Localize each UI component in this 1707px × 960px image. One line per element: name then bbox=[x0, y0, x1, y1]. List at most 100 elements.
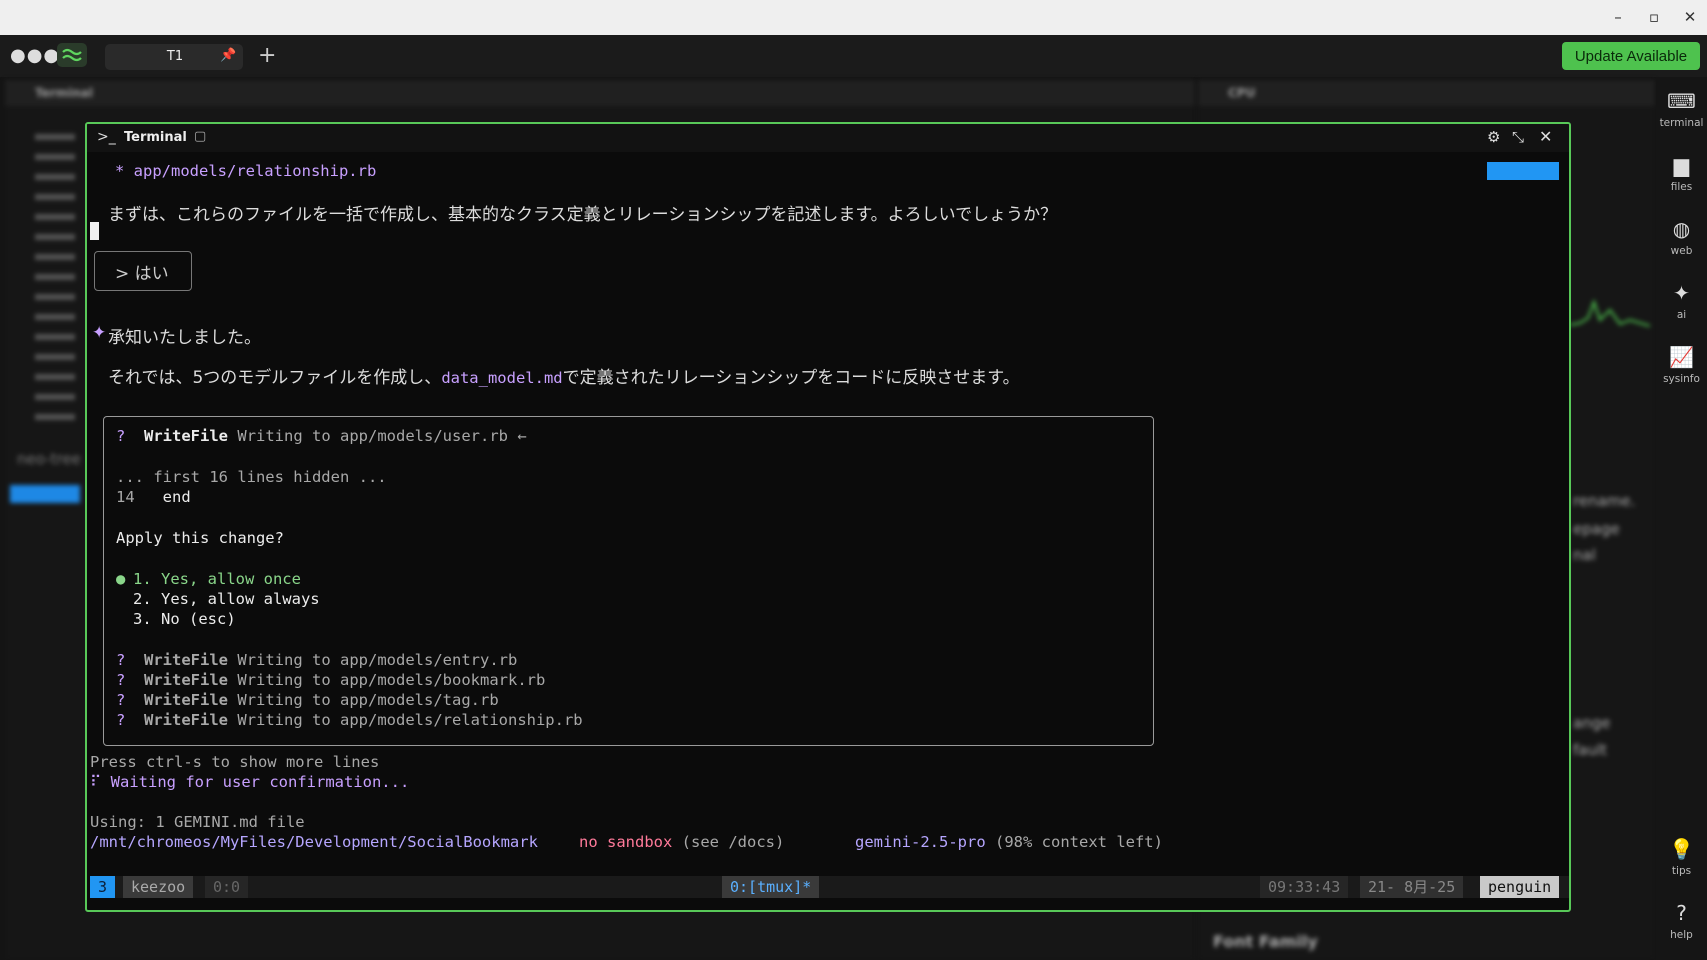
background-text: rename. bbox=[1573, 492, 1636, 510]
tool-name: WriteFile bbox=[144, 691, 229, 709]
right-sidebar: ⌨ terminal ▆ files ◍ web ✦ ai 📈 sysinfo … bbox=[1656, 77, 1707, 960]
confirmation-dialog: ? WriteFile Writing to app/models/user.r… bbox=[103, 416, 1154, 746]
press-hint: Press ctrl-s to show more lines bbox=[90, 753, 380, 771]
help-icon: ? bbox=[1676, 901, 1687, 925]
sandbox-label: no sandbox bbox=[579, 833, 673, 851]
cpu-graph bbox=[1570, 299, 1650, 327]
plan-suffix: で定義されたリレーションシップをコードに反映させます。 bbox=[562, 368, 1020, 388]
model-info: gemini-2.5-pro (98% context left) bbox=[855, 833, 1163, 851]
file-line: * app/models/relationship.rb bbox=[115, 162, 377, 180]
option-allow-once[interactable]: 1. Yes, allow once bbox=[133, 570, 301, 588]
option-allow-always[interactable]: 2. Yes, allow always bbox=[133, 590, 320, 608]
sidebar-item-label: terminal bbox=[1659, 117, 1704, 129]
lightbulb-icon: 💡 bbox=[1669, 837, 1694, 861]
plan-line: それでは、5つのモデルファイルを作成し、data_model.mdで定義されたリ… bbox=[108, 363, 1020, 388]
pending-call: ? WriteFile Writing to app/models/bookma… bbox=[116, 671, 545, 689]
sidebar-item-sysinfo[interactable]: 📈 sysinfo bbox=[1656, 345, 1707, 385]
tool-name: WriteFile bbox=[144, 671, 229, 689]
sidebar-item-label: web bbox=[1670, 245, 1693, 257]
sidebar-item-label: ai bbox=[1676, 309, 1687, 321]
menu-dots-icon[interactable]: ●●● bbox=[10, 45, 60, 66]
waiting-status: ⠏ Waiting for user confirmation... bbox=[90, 773, 410, 791]
code-text: end bbox=[162, 488, 191, 506]
apply-question: Apply this change? bbox=[116, 529, 284, 547]
background-text: fault bbox=[1573, 741, 1608, 759]
title-bar: – ▫ ✕ bbox=[0, 0, 1707, 35]
plan-file: data_model.md bbox=[441, 369, 563, 387]
sidebar-item-label: sysinfo bbox=[1663, 373, 1700, 385]
sidebar-item-terminal[interactable]: ⌨ terminal bbox=[1656, 89, 1707, 129]
question-mark: ? bbox=[116, 427, 126, 445]
pending-call: ? WriteFile Writing to app/models/entry.… bbox=[116, 651, 517, 669]
tmux-pane: 0:0 bbox=[205, 876, 249, 898]
tmux-window-tab[interactable]: 0:[tmux]* bbox=[722, 876, 820, 898]
hidden-lines-note: ... first 16 lines hidden ... bbox=[116, 468, 387, 486]
using-gemini: Using: 1 GEMINI.md file bbox=[90, 813, 305, 831]
line-number: 14 bbox=[116, 488, 135, 506]
close-icon[interactable]: ✕ bbox=[1679, 6, 1701, 28]
pending-call: ? WriteFile Writing to app/models/tag.rb bbox=[116, 691, 499, 709]
tool-target: Writing to app/models/bookmark.rb bbox=[237, 671, 546, 689]
minimize-icon[interactable]: – bbox=[1607, 6, 1629, 28]
sidebar-item-tips[interactable]: 💡 tips bbox=[1656, 837, 1707, 877]
pin-icon[interactable]: 📌 bbox=[220, 48, 236, 63]
folder-icon: ▆ bbox=[1673, 153, 1690, 177]
sparkle-icon: ✦ bbox=[92, 323, 107, 343]
new-tab-icon[interactable]: + bbox=[258, 43, 276, 68]
background-text: nal bbox=[1573, 546, 1596, 564]
app-logo-icon[interactable] bbox=[57, 43, 87, 67]
background-text: ange bbox=[1573, 714, 1611, 732]
terminal-title: Terminal bbox=[124, 130, 187, 145]
sidebar-item-label: tips bbox=[1671, 865, 1692, 877]
tmux-date: 21- 8月-25 bbox=[1360, 876, 1464, 898]
option-selected-dot: ● bbox=[116, 570, 126, 588]
model-context: (98% context left) bbox=[995, 833, 1163, 851]
answer-box: > はい bbox=[94, 251, 192, 291]
tmux-window-number: 3 bbox=[90, 876, 116, 898]
tmux-status-bar: 3 keezoo 0:0 0:[tmux]* 09:33:43 21- 8月-2… bbox=[90, 876, 1569, 898]
tool-name: WriteFile bbox=[144, 651, 229, 669]
sidebar-item-web[interactable]: ◍ web bbox=[1656, 217, 1707, 257]
terminal-window[interactable]: >_ Terminal ▢ ⚙ ⤡ ✕ * app/models/relatio… bbox=[85, 122, 1571, 912]
file-tree bbox=[35, 120, 75, 420]
model-name: gemini-2.5-pro bbox=[855, 833, 986, 851]
tool-target: Writing to app/models/user.rb ← bbox=[237, 427, 527, 445]
settings-icon[interactable]: ⚙ bbox=[1487, 128, 1500, 146]
update-available-button[interactable]: Update Available bbox=[1562, 42, 1700, 70]
neo-tree-label: neo-tree bbox=[17, 450, 81, 468]
sidebar-item-ai[interactable]: ✦ ai bbox=[1656, 281, 1707, 321]
tmux-host: penguin bbox=[1480, 876, 1560, 898]
question-mark: ? bbox=[116, 671, 126, 689]
sidebar-item-help[interactable]: ? help bbox=[1656, 901, 1707, 941]
tab-t1[interactable]: T1 📌 bbox=[105, 44, 243, 70]
collapse-icon[interactable]: ⤡ bbox=[1512, 128, 1524, 146]
globe-icon: ◍ bbox=[1672, 217, 1691, 241]
sidebar-item-label: help bbox=[1670, 929, 1693, 941]
sidebar-item-label: files bbox=[1670, 181, 1693, 193]
background-panel-title: Terminal bbox=[5, 80, 1195, 106]
tool-call-line: ? WriteFile Writing to app/models/user.r… bbox=[116, 427, 527, 445]
close-terminal-icon[interactable]: ✕ bbox=[1539, 127, 1552, 146]
tool-target: Writing to app/models/entry.rb bbox=[237, 651, 518, 669]
scroll-position-indicator bbox=[1487, 162, 1559, 180]
tmux-session: keezoo bbox=[123, 876, 194, 898]
pending-call: ? WriteFile Writing to app/models/relati… bbox=[116, 711, 583, 729]
terminal-header: >_ Terminal ▢ ⚙ ⤡ ✕ bbox=[87, 124, 1569, 152]
window-icon[interactable]: ▢ bbox=[194, 129, 206, 144]
tool-target: Writing to app/models/tag.rb bbox=[237, 691, 499, 709]
option-no[interactable]: 3. No (esc) bbox=[133, 610, 236, 628]
tool-name: WriteFile bbox=[144, 711, 229, 729]
cursor bbox=[90, 222, 99, 240]
sparkles-icon: ✦ bbox=[1673, 281, 1690, 305]
sidebar-item-files[interactable]: ▆ files bbox=[1656, 153, 1707, 193]
tool-name: WriteFile bbox=[144, 427, 229, 445]
code-line: 14 end bbox=[116, 488, 191, 506]
assistant-question: まずは、これらのファイルを一括で作成し、基本的なクラス定義とリレーションシップを… bbox=[108, 205, 1058, 225]
sandbox-info: no sandbox (see /docs) bbox=[579, 833, 784, 851]
chart-icon: 📈 bbox=[1669, 345, 1694, 369]
answer-text: > はい bbox=[115, 264, 169, 284]
tool-target: Writing to app/models/relationship.rb bbox=[237, 711, 583, 729]
terminal-prompt-icon: >_ bbox=[97, 129, 116, 145]
terminal-icon: ⌨ bbox=[1667, 89, 1696, 113]
maximize-icon[interactable]: ▫ bbox=[1643, 6, 1665, 28]
